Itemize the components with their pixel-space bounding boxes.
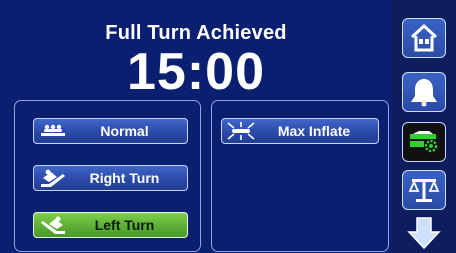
position-panel: Normal Right Turn Left Turn (14, 100, 201, 252)
max-inflate-label: Max Inflate (277, 123, 351, 139)
scale-button[interactable] (402, 170, 446, 210)
left-turn-label: Left Turn (94, 217, 155, 233)
alarm-button[interactable] (402, 72, 446, 112)
arrow-down-icon (407, 216, 441, 253)
therapy-button[interactable] (402, 122, 446, 162)
left-turn-button[interactable]: Left Turn (33, 212, 188, 238)
normal-label: Normal (100, 123, 149, 139)
bed-left-turn-icon (38, 215, 68, 235)
scale-icon (408, 175, 440, 205)
bed-right-turn-icon (38, 168, 68, 188)
scroll-down-button[interactable] (402, 216, 446, 253)
home-button[interactable] (402, 18, 446, 58)
max-inflate-icon (226, 121, 256, 141)
bell-icon (408, 76, 440, 108)
bed-flat-icon (38, 121, 68, 141)
home-icon (408, 23, 440, 53)
right-turn-button[interactable]: Right Turn (33, 165, 188, 191)
mattress-gear-icon (407, 127, 441, 157)
mode-panel: Max Inflate (211, 100, 389, 252)
bed-control-screen: Full Turn Achieved 15:00 Normal Right Tu… (0, 0, 456, 253)
normal-button[interactable]: Normal (33, 118, 188, 144)
max-inflate-button[interactable]: Max Inflate (221, 118, 379, 144)
right-turn-label: Right Turn (89, 170, 160, 186)
turn-timer: 15:00 (127, 43, 265, 101)
main-area: Full Turn Achieved 15:00 Normal Right Tu… (0, 0, 394, 253)
sidebar (392, 0, 456, 253)
